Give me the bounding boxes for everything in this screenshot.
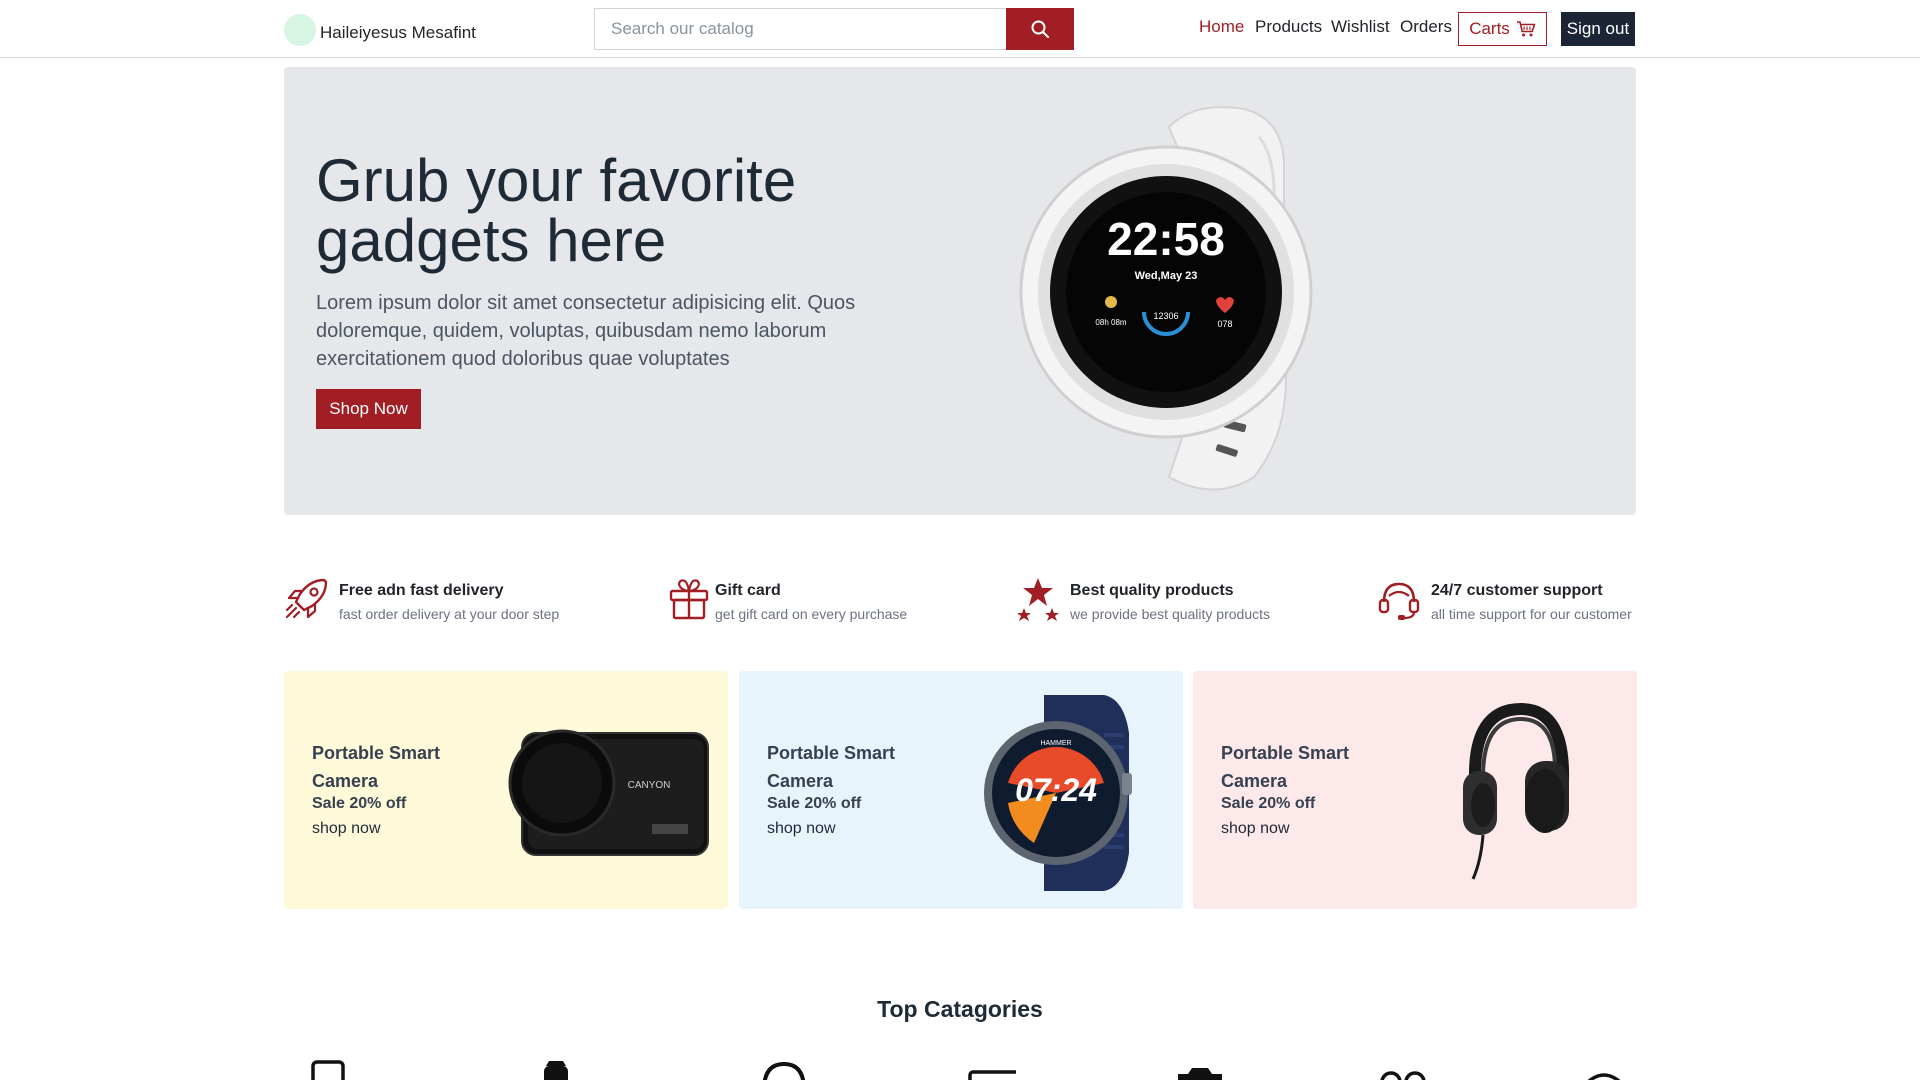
hero-watch-time: 22:58 <box>1107 213 1225 265</box>
promo-shop-now-link[interactable]: shop now <box>1221 820 1290 838</box>
feature-subtitle: get gift card on every purchase <box>715 606 908 622</box>
sign-out-button[interactable]: Sign out <box>1561 12 1635 46</box>
promo-sale: Sale 20% off <box>767 795 862 812</box>
feature-title: Best quality products <box>1070 582 1234 599</box>
feature-quality: Best quality products we provide best qu… <box>1015 576 1270 622</box>
promo-title: Portable Smart Camera <box>312 743 441 791</box>
headset-icon <box>1378 582 1420 620</box>
shop-now-button[interactable]: Shop Now <box>316 389 421 429</box>
brand-logo <box>284 14 316 46</box>
promo-shop-now-link[interactable]: shop now <box>767 820 836 838</box>
promo-card-camera[interactable]: Portable Smart Camera Sale 20% off shop … <box>284 671 728 909</box>
watch-brand: HAMMER <box>1040 740 1071 747</box>
headphones-icon[interactable] <box>760 1060 808 1080</box>
navbar: Haileiyesus Mesafint Home Products Wishl… <box>0 0 1920 58</box>
headphones-image <box>1463 702 1570 880</box>
search-button[interactable] <box>1006 8 1074 50</box>
hero-smartwatch-image: 22:58 Wed,May 23 12306 08h 08m 078 <box>1019 106 1313 491</box>
nav-wishlist[interactable]: Wishlist <box>1331 17 1390 37</box>
hero-watch-steps: 12306 <box>1153 311 1178 321</box>
watch-time: 07:24 <box>1015 772 1097 808</box>
hero-title: Grub your favorite gadgets here <box>316 147 797 274</box>
camera-icon[interactable] <box>1176 1060 1224 1080</box>
promo-sale: Sale 20% off <box>312 795 407 812</box>
carts-label: Carts <box>1469 19 1510 38</box>
hero-watch-sleep: 08h 08m <box>1095 318 1126 327</box>
search-icon <box>1031 20 1049 38</box>
feature-subtitle: we provide best quality products <box>1070 606 1270 622</box>
promo-card-headphones[interactable]: Portable Smart Camera Sale 20% off shop … <box>1193 671 1637 909</box>
feature-subtitle: all time support for our customer <box>1431 606 1632 622</box>
feature-title: Free adn fast delivery <box>339 582 504 599</box>
brand[interactable]: Haileiyesus Mesafint <box>284 14 476 46</box>
nav-orders[interactable]: Orders <box>1400 17 1452 37</box>
search-bar <box>594 8 1074 50</box>
feature-title: 24/7 customer support <box>1431 582 1603 599</box>
promo-shop-now-link[interactable]: shop now <box>312 820 381 838</box>
dashcam-image: CANYON <box>508 729 709 856</box>
stars-icon <box>1017 578 1059 621</box>
feature-support: 24/7 customer support all time support f… <box>1376 576 1632 622</box>
rocket-icon <box>285 578 328 619</box>
gift-icon <box>669 579 709 620</box>
feature-gift-card: Gift card get gift card on every purchas… <box>666 576 907 622</box>
smartwatch-icon[interactable] <box>532 1060 580 1080</box>
phone-icon[interactable] <box>304 1060 352 1080</box>
hero-banner: Grub your favorite gadgets here Lorem ip… <box>284 67 1636 515</box>
nav-products[interactable]: Products <box>1255 17 1322 37</box>
feature-delivery: Free adn fast delivery fast order delive… <box>284 576 559 622</box>
laptop-icon[interactable] <box>968 1060 1016 1080</box>
smartwatch-image: HAMMER 07:24 <box>984 695 1132 891</box>
speaker-icon[interactable] <box>1580 1060 1628 1080</box>
nav-home[interactable]: Home <box>1199 17 1244 37</box>
gamepad-icon[interactable] <box>1379 1060 1427 1080</box>
hero-watch-date: Wed,May 23 <box>1135 270 1198 282</box>
promo-card-watch[interactable]: Portable Smart Camera Sale 20% off shop … <box>739 671 1183 909</box>
search-input[interactable] <box>594 8 1006 50</box>
carts-button[interactable]: Carts <box>1458 12 1547 46</box>
hero-watch-heart: 078 <box>1217 319 1232 329</box>
top-categories-heading: Top Catagories <box>877 996 1043 1022</box>
hero-description: Lorem ipsum dolor sit amet consectetur a… <box>316 292 856 370</box>
promo-title: Portable Smart Camera <box>1221 743 1350 791</box>
feature-subtitle: fast order delivery at your door step <box>339 606 560 622</box>
dashcam-brand: CANYON <box>628 780 671 791</box>
promo-title: Portable Smart Camera <box>767 743 896 791</box>
feature-title: Gift card <box>715 582 781 599</box>
brand-name: Haileiyesus Mesafint <box>320 23 476 42</box>
cart-icon <box>1516 21 1536 37</box>
promo-sale: Sale 20% off <box>1221 795 1316 812</box>
